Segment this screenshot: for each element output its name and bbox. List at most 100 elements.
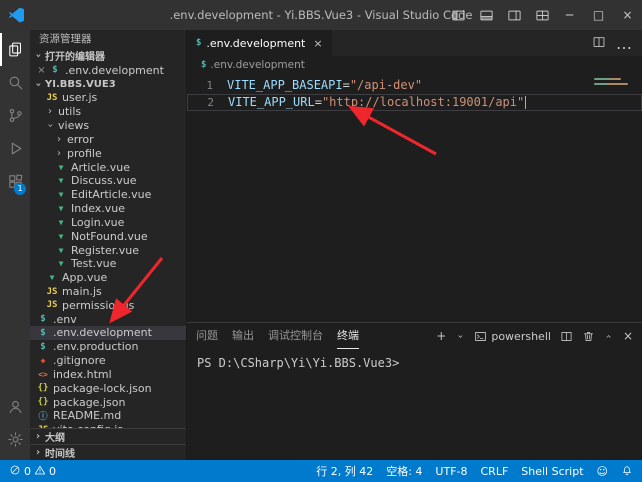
breadcrumb[interactable]: $ .env.development (187, 56, 642, 74)
activity-explorer-icon[interactable] (0, 33, 30, 66)
error-count: 0 (24, 465, 31, 478)
tree-item[interactable]: ▼Index.vue (30, 202, 186, 216)
close-panel-button[interactable]: × (623, 329, 633, 343)
panel-tab[interactable]: 输出 (232, 323, 254, 349)
problems-status[interactable]: 0 0 (9, 464, 56, 479)
tree-item[interactable]: ▼Register.vue (30, 243, 186, 257)
tree-item[interactable]: $.env.production (30, 340, 186, 354)
code-line[interactable]: 1VITE_APP_BASEAPI="/api-dev" (187, 77, 642, 94)
activity-run-and-debug-icon[interactable] (0, 132, 30, 165)
file-label: Login.vue (71, 216, 124, 229)
timeline-section[interactable]: › 时间线 (30, 444, 186, 460)
activity-account-icon[interactable] (0, 390, 30, 423)
tree-item[interactable]: ▼Article.vue (30, 160, 186, 174)
more-actions-icon[interactable]: … (616, 34, 632, 53)
activity-search-icon[interactable] (0, 66, 30, 99)
vue-file-icon: ▼ (54, 246, 68, 255)
terminal-profile-dropdown-icon[interactable]: › (455, 331, 466, 341)
tree-item[interactable]: ⓘREADME.md (30, 409, 186, 423)
maximize-button[interactable]: □ (584, 0, 613, 30)
split-editor-icon[interactable] (592, 34, 606, 53)
tree-item[interactable]: {}package.json (30, 395, 186, 409)
kill-terminal-button[interactable] (582, 330, 595, 343)
open-editor-item[interactable]: × $ .env.development (30, 63, 186, 77)
tab-env-development[interactable]: $ .env.development × (187, 30, 332, 56)
env-file-icon: $ (36, 314, 50, 324)
activity-bar-top: 1 (0, 33, 30, 198)
tree-item[interactable]: ▼NotFound.vue (30, 229, 186, 243)
toggle-secondary-sidebar-icon[interactable] (501, 3, 527, 27)
toggle-sidebar-icon[interactable] (445, 3, 471, 27)
warning-count: 0 (49, 465, 56, 478)
minimize-button[interactable]: ─ (555, 0, 584, 30)
code-line[interactable]: 2VITE_APP_URL="http://localhost:19001/ap… (187, 94, 642, 111)
chevron-right-icon: › (45, 106, 55, 117)
file-label: EditArticle.vue (71, 188, 151, 201)
terminal-output[interactable]: PS D:\CSharp\Yi\Yi.BBS.Vue3> (187, 349, 642, 377)
close-editor-icon[interactable]: × (35, 65, 48, 76)
notifications-bell-icon[interactable] (621, 465, 633, 477)
file-label: Index.vue (71, 202, 125, 215)
html-file-icon: <> (36, 370, 50, 379)
close-window-button[interactable]: × (613, 0, 642, 30)
activity-settings-icon[interactable] (0, 423, 30, 456)
outline-section[interactable]: › 大纲 (30, 428, 186, 444)
tree-item[interactable]: ▼Discuss.vue (30, 174, 186, 188)
project-header[interactable]: › YI.BBS.VUE3 (30, 77, 186, 91)
panel-header: 问题输出调试控制台终端 + › powershell › × (187, 323, 642, 349)
file-label: README.md (53, 409, 121, 422)
tree-item[interactable]: $.env.development (30, 326, 186, 340)
terminal-shell-item[interactable]: powershell (474, 330, 551, 343)
editor-tab-bar: $ .env.development × … (187, 30, 642, 56)
activity-extensions-icon[interactable]: 1 (0, 165, 30, 198)
tree-item[interactable]: ›utils (30, 105, 186, 119)
tree-item[interactable]: ▼App.vue (30, 271, 186, 285)
tree-item[interactable]: ◆.gitignore (30, 354, 186, 368)
extensions-badge: 1 (14, 183, 26, 195)
file-label: permission.js (62, 299, 134, 312)
close-tab-icon[interactable]: × (313, 37, 322, 50)
file-label: .gitignore (53, 354, 106, 367)
activity-source-control-icon[interactable] (0, 99, 30, 132)
tree-item[interactable]: ›error (30, 132, 186, 146)
indentation-status[interactable]: 空格: 4 (386, 463, 422, 479)
timeline-label: 时间线 (45, 445, 75, 460)
tree-item[interactable]: ▼Login.vue (30, 215, 186, 229)
tree-item[interactable]: ▼Test.vue (30, 257, 186, 271)
open-editors-header[interactable]: › 打开的编辑器 (30, 48, 186, 63)
chevron-right-icon: › (33, 447, 43, 458)
customize-layout-icon[interactable] (529, 3, 555, 27)
tree-item[interactable]: JSmain.js (30, 285, 186, 299)
split-terminal-button[interactable] (560, 330, 573, 343)
tree-item[interactable]: <>index.html (30, 368, 186, 382)
tree-item[interactable]: JSuser.js (30, 91, 186, 105)
terminal-icon (474, 330, 487, 343)
tree-item[interactable]: {}package-lock.json (30, 381, 186, 395)
title-bar: .env.development - Yi.BBS.Vue3 - Visual … (0, 0, 642, 30)
feedback-smiley-icon[interactable]: ☺ (597, 465, 608, 478)
panel-tab[interactable]: 调试控制台 (268, 323, 323, 349)
tree-item[interactable]: $.env (30, 312, 186, 326)
file-tree: JSuser.js›utils›views›error›profile▼Arti… (30, 91, 186, 428)
tree-item[interactable]: ▼EditArticle.vue (30, 188, 186, 202)
js-file-icon: JS (45, 300, 59, 310)
tree-item[interactable]: ›profile (30, 146, 186, 160)
file-label: error (67, 133, 94, 146)
tree-item[interactable]: ›views (30, 119, 186, 133)
panel-tab[interactable]: 终端 (337, 323, 359, 349)
new-terminal-button[interactable]: + (436, 329, 446, 343)
project-label: YI.BBS.VUE3 (45, 79, 116, 90)
main-area: 1 资源管理器 › 打开的编辑器 × $ .env.development › … (0, 30, 642, 460)
window-controls: ─ □ × (555, 0, 642, 30)
encoding-status[interactable]: UTF-8 (435, 465, 467, 478)
tree-item[interactable]: JSpermission.js (30, 298, 186, 312)
code-lines: 1VITE_APP_BASEAPI="/api-dev"2VITE_APP_UR… (187, 77, 642, 111)
maximize-panel-button[interactable]: › (603, 331, 614, 341)
minimap[interactable] (594, 78, 630, 88)
cursor-position[interactable]: 行 2, 列 42 (316, 463, 373, 479)
panel-tab[interactable]: 问题 (196, 323, 218, 349)
toggle-panel-icon[interactable] (473, 3, 499, 27)
language-mode[interactable]: Shell Script (521, 465, 583, 478)
code-editor[interactable]: 1VITE_APP_BASEAPI="/api-dev"2VITE_APP_UR… (187, 74, 642, 322)
eol-status[interactable]: CRLF (481, 465, 509, 478)
